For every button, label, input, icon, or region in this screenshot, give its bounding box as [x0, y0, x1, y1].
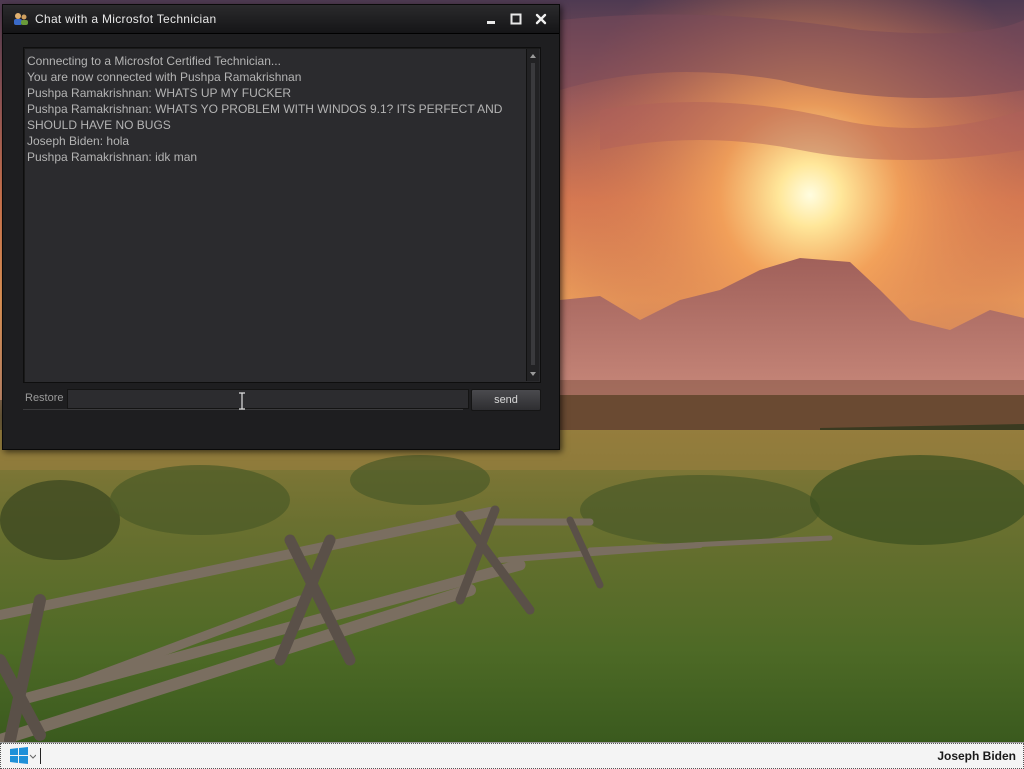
users-icon: [14, 13, 28, 25]
message-line: You are now connected with Pushpa Ramakr…: [27, 70, 302, 84]
message-line: Pushpa Ramakrishnan: WHATS UP MY FUCKER: [27, 86, 292, 100]
window-title: Chat with a Microsfot Technician: [35, 12, 217, 26]
taskbar-frame: [0, 743, 1024, 769]
maximize-icon[interactable]: [508, 11, 524, 27]
input-label: Restore: [25, 392, 64, 404]
send-button[interactable]: send: [471, 389, 541, 411]
message-list: Connecting to a Microsfot Certified Tech…: [27, 53, 523, 165]
message-input[interactable]: [67, 389, 469, 409]
scroll-up-icon[interactable]: [528, 51, 538, 61]
scroll-down-icon[interactable]: [528, 369, 538, 379]
windows-logo-icon[interactable]: [6, 745, 36, 767]
message-line: Pushpa Ramakrishnan: idk man: [27, 150, 198, 164]
taskbar-search-caret[interactable]: [40, 748, 41, 764]
transcript-scrollbar[interactable]: [526, 49, 539, 381]
text-cursor-icon: [239, 392, 245, 410]
message-line: Pushpa Ramakrishnan: WHATS YO PROBLEM WI…: [27, 102, 503, 132]
minimize-icon[interactable]: [483, 11, 499, 27]
message-line: Joseph Biden: hola: [27, 134, 130, 148]
close-icon[interactable]: [533, 11, 549, 27]
taskbar-user-name[interactable]: Joseph Biden: [937, 749, 1016, 763]
message-line: Connecting to a Microsfot Certified Tech…: [27, 54, 281, 68]
scroll-track[interactable]: [531, 63, 535, 365]
window-titlebar[interactable]: Chat with a Microsfot Technician: [3, 5, 559, 34]
chat-window: Chat with a Microsfot Technician Connect…: [2, 4, 560, 450]
chat-transcript[interactable]: Connecting to a Microsfot Certified Tech…: [23, 47, 541, 383]
taskbar: Joseph Biden: [0, 742, 1024, 769]
